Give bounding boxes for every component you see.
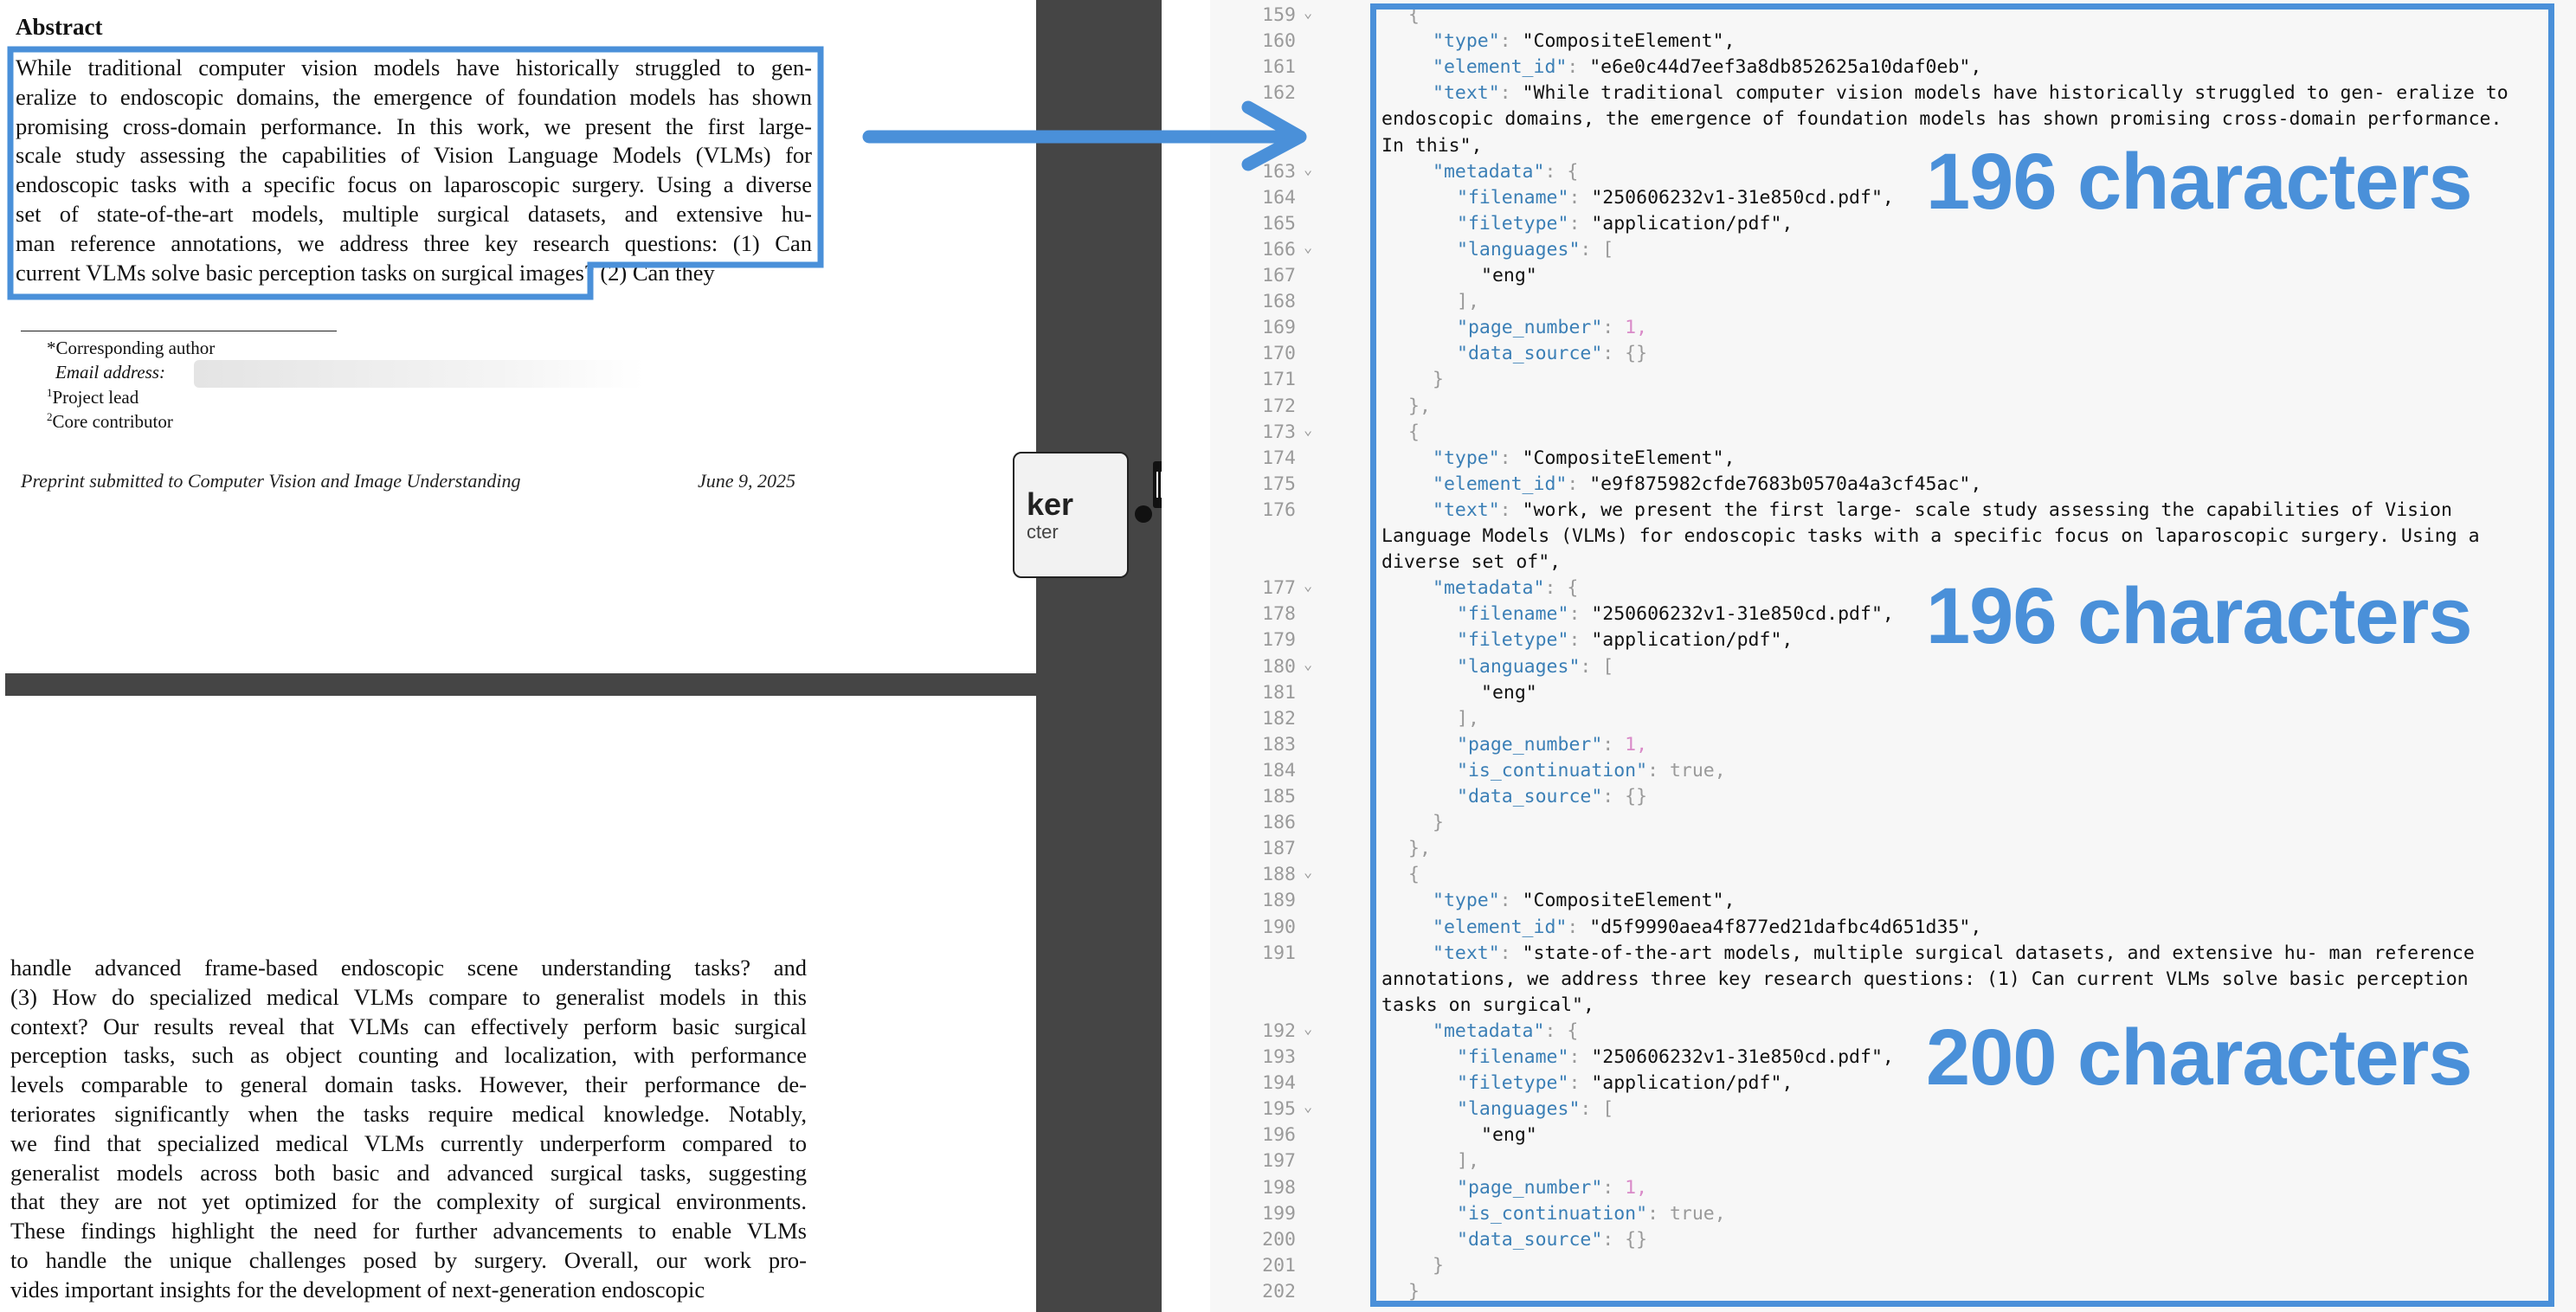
line-number: 166: [1262, 238, 1296, 260]
line-number: 201: [1262, 1254, 1296, 1277]
popup-subtitle: cter: [1027, 521, 1059, 543]
char-count-label-2: 196 characters: [1926, 572, 2472, 660]
fold-chevron-icon[interactable]: ⌄: [1304, 577, 1312, 595]
line-number: 172: [1262, 395, 1296, 417]
line-number: 159: [1262, 4, 1296, 26]
line-number: 198: [1262, 1176, 1296, 1199]
line-number: 185: [1262, 786, 1296, 807]
line-number: 179: [1262, 629, 1296, 652]
line-number: 199: [1262, 1202, 1296, 1225]
footnote-corresponding: *Corresponding author: [47, 338, 216, 358]
line-number: 191: [1262, 942, 1296, 964]
fold-chevron-icon[interactable]: ⌄: [1304, 1020, 1312, 1038]
line-number: 197: [1262, 1150, 1296, 1173]
continuation-line: generalist models across both basic and …: [10, 1159, 807, 1186]
line-number: 173: [1262, 421, 1296, 443]
fold-chevron-icon[interactable]: ⌄: [1304, 656, 1312, 673]
page-separator: [5, 673, 1036, 696]
chunk-highlight-outline: [7, 46, 824, 300]
line-number: 168: [1262, 291, 1296, 313]
line-number: 186: [1262, 812, 1296, 834]
line-number: 202: [1262, 1280, 1296, 1302]
abstract-continuation-text: handle advanced frame-based endoscopic s…: [10, 954, 807, 1305]
line-number: 196: [1262, 1124, 1296, 1147]
continuation-line: (3) How do specialized medical VLMs comp…: [10, 983, 807, 1010]
line-number: 160: [1262, 30, 1296, 53]
redacted-email: [194, 360, 644, 388]
continuation-line: perception tasks, such as object countin…: [10, 1042, 807, 1069]
line-number: 162: [1262, 82, 1296, 105]
fold-chevron-icon[interactable]: ⌄: [1304, 1098, 1312, 1116]
pdf-page-1: Abstract While traditional computer visi…: [5, 0, 1036, 673]
footnote-email-label: Email address:: [55, 362, 165, 383]
popup-card[interactable]: ker cter: [1013, 452, 1129, 578]
fold-chevron-icon[interactable]: ⌄: [1304, 4, 1312, 22]
line-number: 188: [1262, 864, 1296, 886]
continuation-line: handle advanced frame-based endoscopic s…: [10, 955, 807, 981]
arrow-icon: [862, 100, 1307, 171]
line-number: 193: [1262, 1046, 1296, 1068]
line-number: 192: [1262, 1019, 1296, 1042]
line-number: 194: [1262, 1072, 1296, 1095]
line-number: 178: [1262, 603, 1296, 626]
fold-chevron-icon[interactable]: ⌄: [1304, 864, 1312, 881]
continuation-line: that they are not yet optimized for the …: [10, 1188, 807, 1215]
line-number: 175: [1262, 473, 1296, 495]
line-number: 195: [1262, 1098, 1296, 1121]
line-number: 174: [1262, 447, 1296, 469]
line-number: 184: [1262, 759, 1296, 781]
line-number: 182: [1262, 707, 1296, 730]
char-count-label-1: 196 characters: [1926, 138, 2472, 226]
line-number: 200: [1262, 1228, 1296, 1251]
preprint-note: Preprint submitted to Computer Vision an…: [21, 470, 521, 492]
continuation-line: teriorates significantly when the tasks …: [10, 1100, 807, 1127]
line-number: 169: [1262, 317, 1296, 339]
line-number: 183: [1262, 733, 1296, 756]
connector-dot[interactable]: [1135, 505, 1152, 523]
continuation-line: to handle the unique challenges posed by…: [10, 1246, 807, 1273]
line-number: 189: [1262, 890, 1296, 912]
continuation-line: These findings highlight the need for fu…: [10, 1218, 807, 1244]
popup-title: ker: [1027, 486, 1074, 522]
line-number: 176: [1262, 498, 1296, 521]
continuation-line: context? Our results reveal that VLMs ca…: [10, 1013, 807, 1039]
line-number: 171: [1262, 369, 1296, 391]
preprint-date: June 9, 2025: [698, 470, 796, 492]
line-number: 177: [1262, 577, 1296, 600]
line-number: 180: [1262, 655, 1296, 678]
line-number: 170: [1262, 343, 1296, 365]
line-number: 165: [1262, 212, 1296, 235]
fold-chevron-icon[interactable]: ⌄: [1304, 239, 1312, 256]
fold-chevron-icon[interactable]: ⌄: [1304, 421, 1312, 439]
continuation-line: levels comparable to general domain task…: [10, 1071, 807, 1098]
footnote-core-contributor: 2Core contributor: [47, 410, 173, 432]
continuation-line: vides important insights for the develop…: [10, 1276, 705, 1302]
line-number: 167: [1262, 265, 1296, 286]
char-count-label-3: 200 characters: [1926, 1013, 2472, 1102]
continuation-line: we find that specialized medical VLMs cu…: [10, 1129, 807, 1156]
line-number: 181: [1262, 681, 1296, 704]
line-number: 190: [1262, 916, 1296, 938]
line-number: 161: [1262, 56, 1296, 79]
footnote-project-lead: 1Project lead: [47, 386, 139, 408]
line-number: 187: [1262, 838, 1296, 860]
